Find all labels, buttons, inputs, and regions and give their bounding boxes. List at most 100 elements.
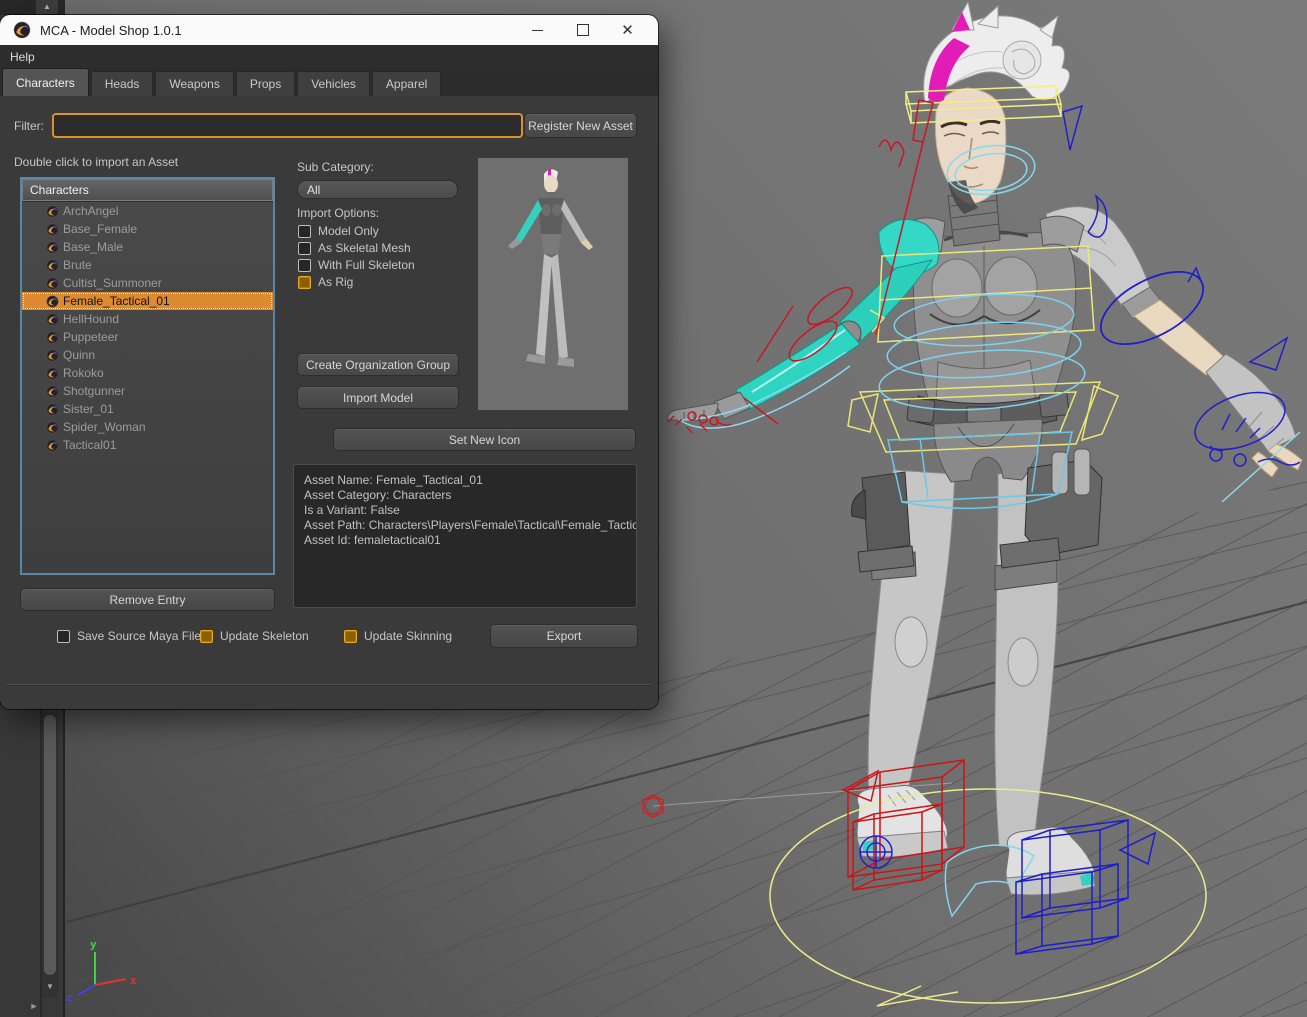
asset-thumbnail (478, 158, 628, 410)
sub-category-select[interactable]: All (297, 180, 458, 199)
list-item[interactable]: Brute (22, 256, 273, 274)
list-item[interactable]: Cultist_Summoner (22, 274, 273, 292)
axis-label-x: x (130, 974, 137, 987)
asset-info-line: Asset Id: femaletactical01 (304, 533, 626, 548)
checkbox-save-source-maya-file[interactable]: Save Source Maya File (57, 629, 201, 643)
menu-bar: Help (0, 45, 658, 68)
tab-vehicles[interactable]: Vehicles (297, 71, 370, 96)
list-item-label: Spider_Woman (63, 420, 146, 434)
list-item-label: Shotgunner (63, 384, 125, 398)
maya-asset-icon (46, 421, 59, 434)
save-source-maya-file-checkbox[interactable] (57, 630, 70, 643)
list-item[interactable]: Sister_01 (22, 400, 273, 418)
filter-label: Filter: (14, 119, 44, 133)
asset-info-line: Asset Category: Characters (304, 488, 626, 503)
sub-category-label: Sub Category: (297, 160, 374, 174)
checkbox-update-skeleton[interactable]: Update Skeleton (200, 629, 309, 643)
maya-asset-icon (46, 223, 59, 236)
checkbox-with-full-skeleton[interactable]: With Full Skeleton (298, 258, 415, 272)
tab-characters[interactable]: Characters (2, 68, 89, 96)
tab-props[interactable]: Props (236, 71, 295, 96)
scrollbar-thumb[interactable] (44, 715, 56, 975)
app-icon (13, 21, 31, 39)
list-item-label: Female_Tactical_01 (63, 294, 170, 308)
maya-asset-icon (46, 439, 59, 452)
list-item-label: Base_Female (63, 222, 137, 236)
minimize-icon (532, 30, 543, 31)
close-icon: ✕ (621, 23, 634, 38)
maya-asset-icon (46, 367, 59, 380)
import-model-button[interactable]: Import Model (297, 386, 459, 409)
maya-asset-icon (46, 241, 59, 254)
checkbox-update-skinning[interactable]: Update Skinning (344, 629, 452, 643)
category-tabs: Characters Heads Weapons Props Vehicles … (0, 68, 658, 96)
scroll-down-icon[interactable]: ▼ (42, 980, 58, 994)
as-rig-checkbox[interactable] (298, 276, 311, 289)
list-item[interactable]: Shotgunner (22, 382, 273, 400)
checkbox-as-rig[interactable]: As Rig (298, 275, 353, 289)
checkbox-model-only[interactable]: Model Only (298, 224, 379, 238)
list-item[interactable]: Base_Female (22, 220, 273, 238)
menu-help[interactable]: Help (0, 50, 45, 64)
maya-asset-icon (46, 295, 59, 308)
filter-input[interactable] (52, 113, 523, 138)
list-item[interactable]: Base_Male (22, 238, 273, 256)
list-item-label: Base_Male (63, 240, 123, 254)
list-item-label: Puppeteer (63, 330, 118, 344)
list-item-label: Tactical01 (63, 438, 116, 452)
list-item[interactable]: Puppeteer (22, 328, 273, 346)
register-new-asset-button[interactable]: Register New Asset (524, 113, 637, 138)
list-item[interactable]: Spider_Woman (22, 418, 273, 436)
tab-heads[interactable]: Heads (91, 71, 154, 96)
maximize-button[interactable] (560, 15, 605, 45)
maya-asset-icon (46, 385, 59, 398)
maya-asset-icon (46, 277, 59, 290)
update-skeleton-checkbox[interactable] (200, 630, 213, 643)
list-item[interactable]: Quinn (22, 346, 273, 364)
as-skeletal-mesh-checkbox[interactable] (298, 242, 311, 255)
asset-list-header[interactable]: Characters (22, 179, 273, 202)
tab-weapons[interactable]: Weapons (155, 71, 233, 96)
axis-label-y: y (90, 938, 97, 951)
list-item[interactable]: Rokoko (22, 364, 273, 382)
footer-separator (6, 684, 652, 685)
asset-list-items: ArchAngel Base_Female Base_Male Brute Cu… (22, 202, 273, 454)
remove-entry-button[interactable]: Remove Entry (20, 588, 275, 611)
list-item[interactable]: HellHound (22, 310, 273, 328)
close-button[interactable]: ✕ (605, 15, 650, 45)
maya-asset-icon (46, 313, 59, 326)
list-item[interactable]: Female_Tactical_01 (22, 292, 273, 310)
list-item-label: ArchAngel (63, 204, 118, 218)
model-shop-window: MCA - Model Shop 1.0.1 ✕ Help Characters… (0, 15, 658, 709)
asset-list[interactable]: Characters ArchAngel Base_Female Base_Ma… (20, 177, 275, 575)
list-item[interactable]: Tactical01 (22, 436, 273, 454)
list-item-label: Cultist_Summoner (63, 276, 162, 290)
panel-expand-icon[interactable]: ► (26, 999, 42, 1013)
set-new-icon-button[interactable]: Set New Icon (333, 428, 636, 451)
scroll-up-icon[interactable]: ▲ (36, 0, 58, 14)
create-organization-group-button[interactable]: Create Organization Group (297, 353, 459, 376)
maya-asset-icon (46, 403, 59, 416)
axis-label-z: z (66, 991, 73, 1004)
minimize-button[interactable] (515, 15, 560, 45)
maya-asset-icon (46, 205, 59, 218)
with-full-skeleton-checkbox[interactable] (298, 259, 311, 272)
list-item-label: Sister_01 (63, 402, 114, 416)
list-item-label: Brute (63, 258, 92, 272)
update-skinning-checkbox[interactable] (344, 630, 357, 643)
export-button[interactable]: Export (490, 624, 638, 648)
rig-control-left-foot-sphere[interactable] (860, 836, 892, 868)
list-item-label: Rokoko (63, 366, 104, 380)
list-item-label: HellHound (63, 312, 119, 326)
dialog-content: Filter: Register New Asset Double click … (0, 96, 658, 709)
title-bar[interactable]: MCA - Model Shop 1.0.1 ✕ (0, 15, 658, 45)
asset-info-line: Asset Path: Characters\Players\Female\Ta… (304, 518, 626, 533)
list-item[interactable]: ArchAngel (22, 202, 273, 220)
model-only-checkbox[interactable] (298, 225, 311, 238)
screen: { "window": { "title": "MCA - Model Shop… (0, 0, 1307, 1017)
asset-info-line: Asset Name: Female_Tactical_01 (304, 473, 626, 488)
checkbox-as-skeletal-mesh[interactable]: As Skeletal Mesh (298, 241, 411, 255)
tab-apparel[interactable]: Apparel (372, 71, 441, 96)
maya-asset-icon (46, 349, 59, 362)
import-options-label: Import Options: (297, 206, 379, 220)
